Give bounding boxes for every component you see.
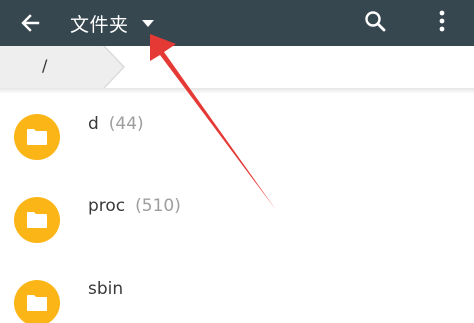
search-icon xyxy=(365,11,386,32)
folder-icon xyxy=(27,212,47,228)
caret-down-icon xyxy=(141,18,155,28)
folder-name: proc xyxy=(88,196,126,216)
back-button[interactable] xyxy=(16,9,44,37)
breadcrumb: / xyxy=(0,46,474,88)
breadcrumb-chevron xyxy=(0,46,126,88)
more-options-button[interactable] xyxy=(428,7,456,35)
list-item[interactable]: d (44) xyxy=(0,94,474,174)
list-item-text: proc (510) xyxy=(88,196,181,216)
file-manager-screen: 文件夹 / d (44) proc (510) sbin xyxy=(0,0,474,323)
search-button[interactable] xyxy=(361,7,389,35)
arrow-back-icon xyxy=(21,14,40,32)
folder-avatar xyxy=(14,114,60,160)
folder-name: d xyxy=(88,114,99,134)
list-item-text: d (44) xyxy=(88,114,144,134)
folder-icon xyxy=(27,295,47,311)
item-count: (510) xyxy=(135,196,181,216)
folder-avatar xyxy=(14,197,60,243)
toolbar: 文件夹 xyxy=(0,0,474,46)
file-list: d (44) proc (510) sbin xyxy=(0,94,474,323)
item-count: (44) xyxy=(108,114,144,134)
folder-icon xyxy=(27,129,47,145)
breadcrumb-item-root[interactable]: / xyxy=(42,56,47,75)
toolbar-title: 文件夹 xyxy=(70,13,129,36)
list-item-text: sbin xyxy=(88,279,123,299)
list-item[interactable]: sbin xyxy=(0,259,474,323)
more-vertical-icon xyxy=(439,10,445,32)
folder-name: sbin xyxy=(88,279,124,299)
folder-avatar xyxy=(14,280,60,323)
folder-type-selector[interactable]: 文件夹 xyxy=(70,0,155,46)
list-item[interactable]: proc (510) xyxy=(0,176,474,256)
